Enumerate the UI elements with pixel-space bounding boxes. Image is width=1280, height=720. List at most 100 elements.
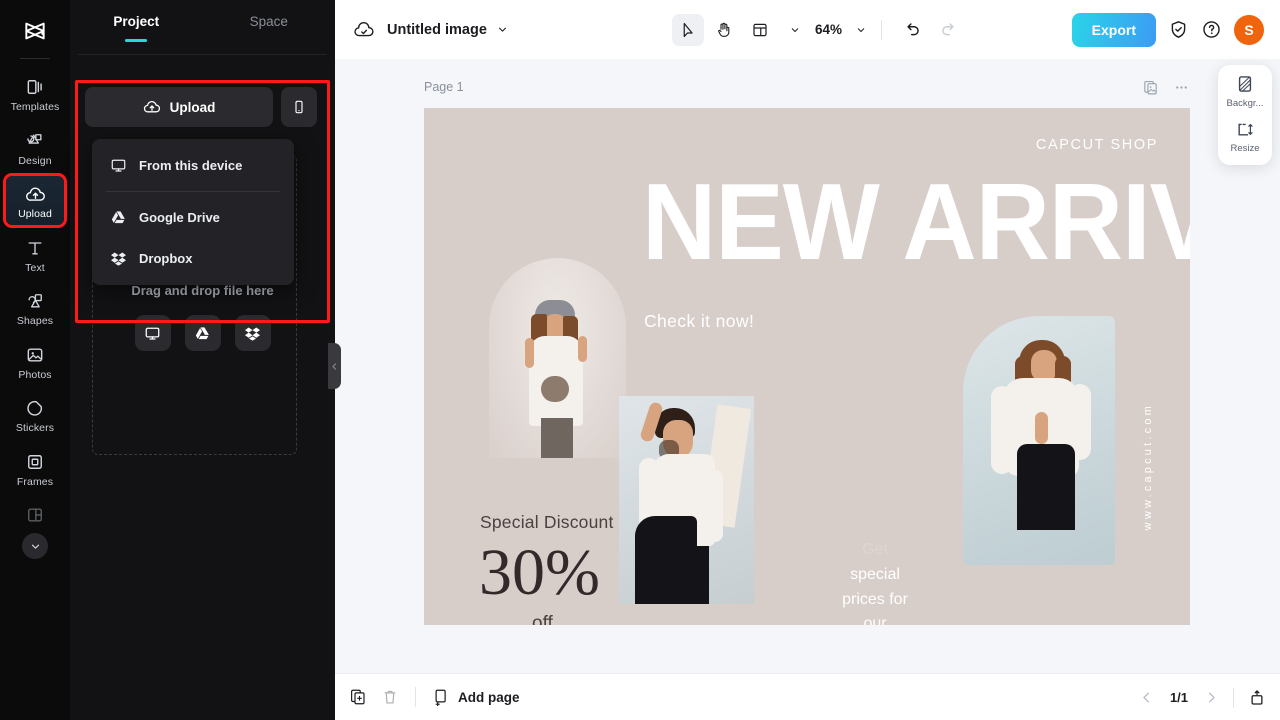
- layout-tool-button[interactable]: [744, 14, 776, 46]
- trash-icon[interactable]: [381, 688, 399, 706]
- capcut-editor-window: Templates Design Upload: [0, 0, 1280, 720]
- capcut-logo-icon[interactable]: [16, 12, 54, 50]
- design-artboard[interactable]: CAPCUT SHOP NEW ARRIVAL Check it now! Sp…: [424, 108, 1190, 625]
- more-horizontal-icon[interactable]: [1173, 79, 1190, 96]
- upload-button[interactable]: Upload: [85, 87, 273, 127]
- poster-subline[interactable]: Check it now!: [644, 311, 754, 332]
- templates-icon: [24, 76, 46, 98]
- dropzone-dropbox-button[interactable]: [235, 315, 271, 351]
- photo-woman-fur[interactable]: [963, 316, 1115, 565]
- sidebar-item-text[interactable]: Text: [6, 230, 64, 279]
- sidebar-item-templates[interactable]: Templates: [6, 69, 64, 118]
- poster-discount-value[interactable]: 30%: [479, 540, 600, 606]
- bottom-toolbar-left: Add page: [335, 687, 520, 707]
- poster-discount-off[interactable]: off: [532, 613, 553, 625]
- background-button[interactable]: Backgr...: [1218, 74, 1272, 109]
- sidebar-item-label: Templates: [11, 102, 60, 113]
- sidebar-item-label: Stickers: [16, 423, 54, 434]
- dropzone-label: Drag and drop file here: [70, 283, 335, 298]
- select-tool-button[interactable]: [672, 14, 704, 46]
- frames-icon: [24, 451, 46, 473]
- cloud-saved-icon: [353, 19, 375, 41]
- redo-button[interactable]: [932, 14, 964, 46]
- photo-man-sitting[interactable]: [619, 396, 754, 604]
- sidebar-item-frames[interactable]: Frames: [6, 444, 64, 493]
- google-drive-icon: [110, 209, 127, 226]
- sidebar-item-photos[interactable]: Photos: [6, 337, 64, 386]
- tab-space[interactable]: Space: [203, 14, 336, 42]
- poster-website-text[interactable]: www.capcut.com: [1142, 403, 1154, 530]
- left-rail: Templates Design Upload: [0, 0, 70, 720]
- project-panel: Project Space Upload: [70, 0, 335, 720]
- document-title[interactable]: Untitled image: [387, 22, 487, 38]
- sidebar-item-label: Frames: [17, 477, 53, 488]
- page-header-actions: [1142, 79, 1190, 96]
- dropzone-device-button[interactable]: [135, 315, 171, 351]
- duplicate-icon[interactable]: [349, 688, 367, 706]
- toolbar-divider: [881, 20, 882, 40]
- export-button[interactable]: Export: [1072, 13, 1156, 47]
- undo-button[interactable]: [896, 14, 928, 46]
- zoom-dropdown-caret[interactable]: [855, 24, 867, 36]
- tab-project[interactable]: Project: [70, 14, 203, 42]
- next-page-button[interactable]: [1204, 690, 1219, 705]
- redo-icon: [939, 20, 958, 39]
- background-label: Backgr...: [1227, 98, 1264, 109]
- page-header: Page 1: [424, 76, 1190, 98]
- dropzone-source-icons: [70, 315, 335, 351]
- photos-icon: [24, 344, 46, 366]
- title-dropdown-caret[interactable]: [496, 23, 509, 36]
- sidebar-item-label: Text: [25, 263, 45, 274]
- add-page-button[interactable]: Add page: [432, 688, 520, 706]
- sidebar-item-label: Photos: [18, 370, 51, 381]
- dropdown-item-label: Google Drive: [139, 210, 220, 225]
- top-toolbar-right: Export S: [1072, 0, 1280, 59]
- shield-check-icon[interactable]: [1168, 19, 1189, 40]
- canvas-tools: 64%: [672, 0, 964, 59]
- sidebar-item-label: Shapes: [17, 316, 53, 327]
- layout-split-icon: [24, 504, 46, 526]
- zoom-level-value[interactable]: 64%: [815, 22, 842, 37]
- sidebar-item-upload[interactable]: Upload: [6, 176, 64, 225]
- layout-dropdown-caret[interactable]: [789, 24, 801, 36]
- panel-collapse-handle[interactable]: [328, 343, 341, 389]
- poster-discount-label[interactable]: Special Discount: [480, 512, 614, 533]
- resize-icon: [1235, 119, 1255, 139]
- help-circle-icon[interactable]: [1201, 19, 1222, 40]
- chevron-down-icon: [496, 23, 509, 36]
- poster-shop-label[interactable]: CAPCUT SHOP: [1036, 137, 1158, 153]
- resize-button[interactable]: Resize: [1218, 119, 1272, 154]
- rail-divider: [20, 58, 50, 59]
- fit-page-icon[interactable]: [1248, 689, 1266, 707]
- text-icon: [24, 237, 46, 259]
- top-toolbar: Untitled image: [335, 0, 1280, 59]
- upload-source-dropdown: From this device Google Drive: [92, 139, 294, 285]
- dropdown-item-google-drive[interactable]: Google Drive: [92, 197, 294, 238]
- monitor-icon: [110, 157, 127, 174]
- page-nav-divider: [1233, 688, 1234, 708]
- expand-more-button[interactable]: [22, 533, 48, 559]
- sidebar-item-label: Design: [18, 156, 51, 167]
- photo-woman-beret[interactable]: [489, 258, 626, 458]
- mid-text-line: Get: [820, 538, 930, 563]
- dropdown-item-dropbox[interactable]: Dropbox: [92, 238, 294, 279]
- dropdown-item-label: Dropbox: [139, 251, 192, 266]
- upload-from-mobile-button[interactable]: [281, 87, 317, 127]
- dropdown-item-from-this-device[interactable]: From this device: [92, 145, 294, 186]
- poster-mid-text[interactable]: Get special prices for our newest arriva…: [820, 538, 930, 625]
- sidebar-item-stickers[interactable]: Stickers: [6, 390, 64, 439]
- canvas-area[interactable]: Page 1: [335, 59, 1280, 673]
- hand-tool-button[interactable]: [708, 14, 740, 46]
- sidebar-item-design[interactable]: Design: [6, 123, 64, 172]
- sidebar-item-shapes[interactable]: Shapes: [6, 283, 64, 332]
- user-avatar[interactable]: S: [1234, 15, 1264, 45]
- poster-headline[interactable]: NEW ARRIVAL: [642, 177, 1190, 266]
- sidebar-item-partial[interactable]: [6, 497, 64, 531]
- prev-page-button[interactable]: [1139, 690, 1154, 705]
- sidebar-item-label: Upload: [18, 209, 52, 220]
- add-page-label: Add page: [458, 690, 520, 705]
- duplicate-page-icon[interactable]: [1142, 79, 1159, 96]
- dropdown-divider: [106, 191, 280, 192]
- page-counter: 1/1: [1166, 690, 1192, 705]
- dropzone-google-drive-button[interactable]: [185, 315, 221, 351]
